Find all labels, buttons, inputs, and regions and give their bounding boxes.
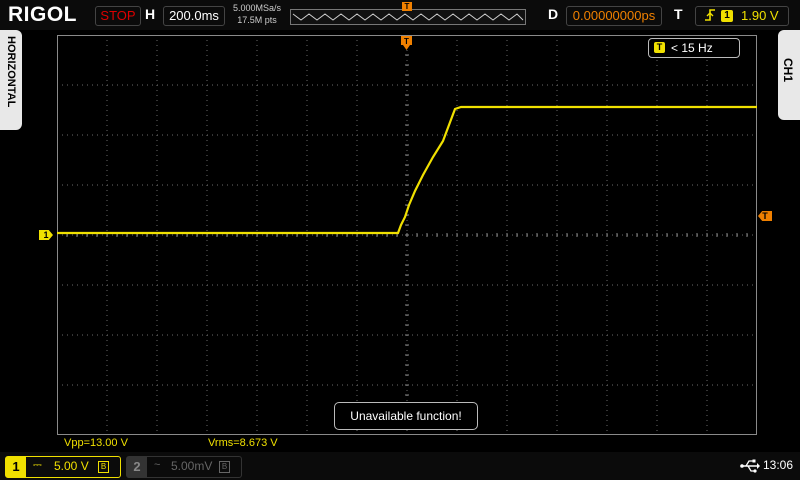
waveform-grid[interactable] (57, 35, 757, 435)
measurement-vpp: Vpp=13.00 V (64, 437, 128, 449)
channel-2-scale: 5.00mV (171, 459, 213, 473)
trigger-settings[interactable]: 1 1.90 V (695, 6, 789, 26)
frequency-counter: T < 15 Hz (648, 38, 740, 58)
timebase-value[interactable]: 200.0ms (163, 6, 225, 26)
run-stop-status[interactable]: STOP (95, 6, 141, 26)
sample-rate: 5.000MSa/s (232, 3, 282, 13)
trigger-position-marker: T (401, 36, 412, 50)
ch1-offset-marker[interactable]: 1 (39, 230, 53, 240)
memory-depth: 17.5M pts (237, 15, 277, 25)
measurement-vrms: Vrms=8.673 V (208, 437, 278, 449)
memory-waveform-preview (292, 13, 524, 21)
trigger-label: T (674, 6, 683, 22)
frequency-value: < 15 Hz (671, 41, 713, 55)
horizontal-tab-label: HORIZONTAL (5, 36, 17, 108)
bandwidth-limit-icon: B (98, 461, 109, 473)
trigger-source-badge: 1 (721, 10, 733, 22)
svg-text:T: T (404, 37, 409, 46)
trigger-level-marker[interactable]: T (758, 211, 772, 221)
system-clock: 13:06 (763, 458, 794, 472)
memory-position-bar[interactable] (290, 9, 526, 25)
channel-tab-label: CH1 (781, 58, 795, 83)
usb-icon (740, 459, 760, 473)
brand-logo: RIGOL (8, 3, 77, 26)
horizontal-menu-tab[interactable]: HORIZONTAL (0, 30, 22, 130)
channel-menu-tab[interactable]: CH1 (778, 30, 800, 120)
trigger-level-value: 1.90 V (741, 8, 779, 23)
horizontal-label: H (145, 6, 156, 22)
channel-2-number: 2 (127, 457, 147, 477)
channel-2-tab[interactable]: 2 ~ 5.00mV B (126, 456, 242, 478)
status-message-popup: Unavailable function! (334, 402, 478, 430)
dc-coupling-icon: ⎓ (33, 459, 42, 471)
channel-1-number: 1 (6, 457, 26, 477)
delay-label: D (548, 6, 559, 22)
rising-edge-icon (704, 7, 716, 28)
grid-lines (57, 35, 757, 435)
memory-trigger-marker: T (402, 2, 412, 11)
ac-coupling-icon: ~ (154, 459, 161, 471)
channel-1-scale: 5.00 V (54, 459, 89, 473)
frequency-trigger-badge: T (654, 42, 665, 53)
trigger-delay-value[interactable]: 0.00000000ps (566, 6, 662, 26)
bandwidth-limit-icon: B (219, 461, 230, 473)
channel-1-tab[interactable]: 1 ⎓ 5.00 V B (5, 456, 121, 478)
